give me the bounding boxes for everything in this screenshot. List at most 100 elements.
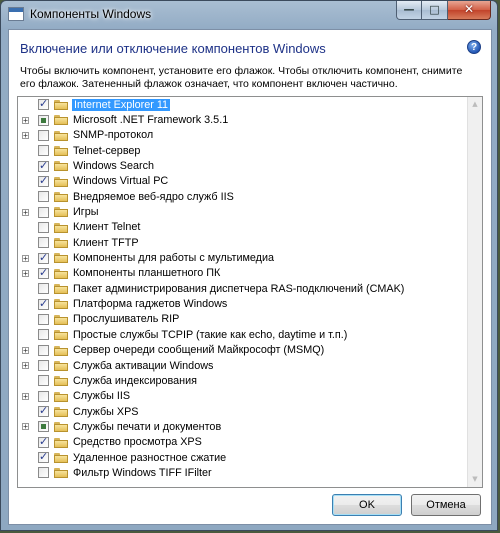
feature-label: Пакет администрирования диспетчера RAS-п…: [73, 282, 405, 295]
feature-checkbox[interactable]: [38, 114, 49, 126]
folder-icon: [54, 130, 68, 141]
expand-icon[interactable]: +: [22, 423, 29, 431]
expand-icon[interactable]: +: [22, 392, 29, 400]
feature-row[interactable]: + Службы печати и документов: [18, 419, 482, 434]
feature-row[interactable]: Прослушиватель RIP: [18, 312, 482, 327]
feature-row[interactable]: Windows Virtual PC: [18, 174, 482, 189]
feature-row[interactable]: Внедряемое веб-ядро служб IIS: [18, 189, 482, 204]
feature-row[interactable]: Платформа гаджетов Windows: [18, 296, 482, 311]
folder-icon: [54, 376, 68, 387]
feature-checkbox[interactable]: [38, 237, 49, 249]
feature-checkbox[interactable]: [38, 283, 49, 295]
feature-row[interactable]: Службы XPS: [18, 404, 482, 419]
scroll-down-icon[interactable]: ▼: [468, 472, 482, 487]
minimize-button[interactable]: —: [396, 1, 422, 20]
feature-row[interactable]: Служба индексирования: [18, 373, 482, 388]
feature-row[interactable]: Пакет администрирования диспетчера RAS-п…: [18, 281, 482, 296]
feature-label: Служба активации Windows: [73, 359, 214, 372]
folder-icon: [54, 192, 68, 203]
expand-icon[interactable]: +: [22, 208, 29, 216]
feature-label: Службы IIS: [73, 390, 131, 403]
feature-checkbox[interactable]: [38, 435, 49, 448]
feature-label: Игры: [73, 206, 99, 219]
instructions-text: Чтобы включить компонент, установите его…: [20, 65, 463, 90]
window-icon: [8, 7, 24, 21]
folder-icon: [54, 284, 68, 295]
feature-row[interactable]: + SNMP-протокол: [18, 128, 482, 143]
feature-label: Telnet-сервер: [73, 144, 141, 157]
feature-row[interactable]: Фильтр Windows TIFF IFilter: [18, 465, 482, 480]
close-button[interactable]: ✕: [448, 1, 491, 20]
feature-row[interactable]: Windows Search: [18, 158, 482, 173]
feature-label: Фильтр Windows TIFF IFilter: [73, 466, 212, 479]
folder-icon: [54, 314, 68, 325]
feature-row[interactable]: + Компоненты планшетного ПК: [18, 266, 482, 281]
maximize-button[interactable]: □: [422, 1, 448, 20]
feature-label: Службы XPS: [73, 405, 139, 418]
expand-icon[interactable]: +: [22, 131, 29, 139]
scrollbar[interactable]: ▲ ▼: [467, 97, 482, 487]
feature-checkbox[interactable]: [38, 404, 49, 418]
feature-checkbox[interactable]: [38, 251, 49, 264]
expand-icon[interactable]: +: [22, 346, 29, 354]
dialog-window: Компоненты Windows — □ ✕ Включение или о…: [0, 0, 498, 531]
feature-row[interactable]: + Служба активации Windows: [18, 358, 482, 373]
feature-checkbox[interactable]: [38, 421, 49, 433]
feature-row[interactable]: + Игры: [18, 204, 482, 219]
folder-icon: [54, 238, 68, 249]
feature-row[interactable]: + Компоненты для работы с мультимедиа: [18, 250, 482, 265]
window-title: Компоненты Windows: [30, 7, 152, 21]
feature-checkbox[interactable]: [38, 313, 49, 325]
feature-checkbox[interactable]: [38, 206, 49, 218]
feature-row[interactable]: Удаленное разностное сжатие: [18, 450, 482, 465]
feature-row[interactable]: Клиент TFTP: [18, 235, 482, 250]
feature-label: Удаленное разностное сжатие: [73, 451, 227, 464]
feature-checkbox[interactable]: [38, 97, 49, 111]
page-title: Включение или отключение компонентов Win…: [20, 41, 326, 56]
feature-row[interactable]: + Службы IIS: [18, 389, 482, 404]
expand-icon[interactable]: +: [22, 116, 29, 124]
cancel-button[interactable]: Отмена: [411, 494, 481, 516]
feature-row[interactable]: Telnet-сервер: [18, 143, 482, 158]
feature-row[interactable]: Internet Explorer 11: [18, 97, 482, 112]
expand-icon[interactable]: +: [22, 254, 29, 262]
feature-checkbox[interactable]: [38, 329, 49, 341]
feature-row[interactable]: Средство просмотра XPS: [18, 435, 482, 450]
folder-icon: [54, 452, 68, 463]
feature-checkbox[interactable]: [38, 174, 49, 187]
feature-checkbox[interactable]: [38, 450, 49, 464]
feature-row[interactable]: + Microsoft .NET Framework 3.5.1: [18, 112, 482, 127]
feature-label: Компоненты планшетного ПК: [73, 267, 221, 280]
features-list: Internet Explorer 11 + Microsoft .NET Fram…: [18, 97, 482, 481]
feature-checkbox[interactable]: [38, 129, 49, 141]
feature-row[interactable]: Клиент Telnet: [18, 220, 482, 235]
feature-label: Microsoft .NET Framework 3.5.1: [73, 114, 229, 127]
feature-row[interactable]: + Сервер очереди сообщений Майкрософт (MS…: [18, 343, 482, 358]
features-tree[interactable]: Internet Explorer 11 + Microsoft .NET Fram…: [17, 96, 483, 488]
feature-checkbox[interactable]: [38, 191, 49, 203]
folder-icon: [54, 176, 68, 187]
feature-checkbox[interactable]: [38, 266, 49, 279]
folder-icon: [54, 207, 68, 218]
feature-row[interactable]: Простые службы TCPIP (такие как echo, da…: [18, 327, 482, 342]
expand-icon[interactable]: +: [22, 362, 29, 370]
folder-icon: [54, 391, 68, 402]
feature-checkbox[interactable]: [38, 375, 49, 387]
feature-label: Простые службы TCPIP (такие как echo, da…: [73, 328, 348, 341]
expand-icon[interactable]: +: [22, 269, 29, 277]
feature-checkbox[interactable]: [38, 159, 49, 172]
feature-checkbox[interactable]: [38, 221, 49, 233]
feature-checkbox[interactable]: [38, 344, 49, 356]
feature-checkbox[interactable]: [38, 467, 49, 479]
feature-checkbox[interactable]: [38, 390, 49, 402]
feature-label: SNMP-протокол: [73, 129, 154, 142]
ok-button[interactable]: OK: [332, 494, 402, 516]
feature-checkbox[interactable]: [38, 145, 49, 157]
feature-checkbox[interactable]: [38, 297, 49, 310]
title-bar[interactable]: Компоненты Windows — □ ✕: [1, 1, 497, 29]
scroll-up-icon[interactable]: ▲: [468, 97, 482, 112]
maximize-icon: □: [429, 3, 440, 16]
feature-label: Служба индексирования: [73, 374, 197, 387]
feature-checkbox[interactable]: [38, 360, 49, 372]
help-icon[interactable]: ?: [467, 40, 481, 54]
